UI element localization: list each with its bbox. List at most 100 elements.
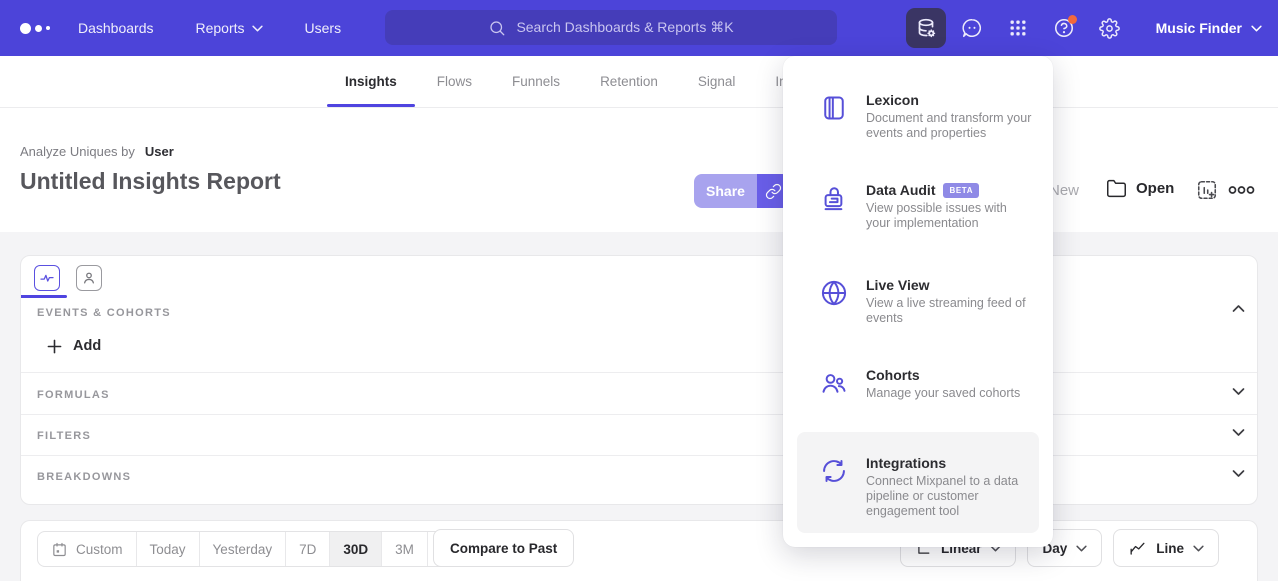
data-management-menu: Lexicon Document and transform your even… — [783, 56, 1053, 547]
range-7d[interactable]: 7D — [286, 532, 330, 566]
menu-item-title: Lexicon — [866, 92, 1032, 108]
menu-item-lexicon[interactable]: Lexicon Document and transform your even… — [797, 92, 1039, 141]
link-icon — [765, 183, 782, 200]
line-chart-icon — [1128, 539, 1147, 558]
menu-item-integrations[interactable]: Integrations Connect Mixpanel to a data … — [797, 432, 1039, 533]
menu-item-title: Cohorts — [866, 367, 1032, 383]
integrations-sync-icon — [820, 455, 848, 533]
add-label: Add — [73, 338, 101, 354]
tab-funnels[interactable]: Funnels — [512, 56, 560, 107]
menu-item-data-audit[interactable]: Data Audit BETA View possible issues wit… — [797, 182, 1039, 231]
events-cohorts-header: EVENTS & COHORTS — [37, 307, 171, 319]
open-report-button[interactable]: Open — [1106, 178, 1174, 199]
plus-icon — [47, 339, 62, 354]
search-input[interactable]: Search Dashboards & Reports ⌘K — [385, 10, 837, 45]
nav-reports[interactable]: Reports — [196, 20, 263, 36]
chart-type-select[interactable]: Line — [1113, 529, 1219, 567]
analyze-prefix: Analyze Uniques by — [20, 144, 135, 159]
chevron-down-icon — [1193, 545, 1204, 552]
active-tab-underline — [21, 295, 67, 298]
apps-grid-button[interactable] — [998, 8, 1038, 48]
expand-filters-button[interactable] — [1232, 428, 1245, 437]
tab-insights[interactable]: Insights — [345, 56, 397, 107]
mixpanel-logo[interactable] — [20, 18, 56, 38]
divider — [21, 455, 1257, 456]
app-root: Dashboards Reports Users Search Dashboar… — [0, 0, 1278, 581]
person-icon — [80, 269, 98, 287]
project-switcher[interactable]: Music Finder — [1156, 20, 1262, 36]
nav-users[interactable]: Users — [305, 20, 342, 36]
add-to-dashboard-button[interactable] — [1196, 179, 1218, 201]
tab-flows[interactable]: Flows — [437, 56, 472, 107]
more-dots-icon — [1228, 185, 1255, 195]
menu-item-description: Connect Mixpanel to a data pipeline or c… — [866, 474, 1032, 519]
navbar-actions: Music Finder — [906, 0, 1262, 56]
divider — [21, 414, 1257, 415]
chevron-down-icon — [1076, 545, 1087, 552]
report-header: Analyze Uniques by User Untitled Insight… — [0, 108, 1278, 232]
book-icon — [820, 92, 848, 141]
globe-icon — [820, 277, 848, 326]
chevron-down-icon — [252, 25, 263, 32]
compare-to-past-button[interactable]: Compare to Past — [433, 529, 574, 567]
filters-header: FILTERS — [37, 430, 91, 442]
menu-item-description: View a live streaming feed of events — [866, 296, 1032, 326]
chevron-down-icon — [1232, 387, 1245, 396]
metrics-chart-icon — [38, 269, 56, 287]
chevron-down-icon — [1232, 428, 1245, 437]
formulas-header: FORMULAS — [37, 389, 110, 401]
settings-button[interactable] — [1090, 8, 1130, 48]
range-yesterday[interactable]: Yesterday — [200, 532, 287, 566]
search-placeholder: Search Dashboards & Reports ⌘K — [516, 19, 733, 36]
range-3m[interactable]: 3M — [382, 532, 428, 566]
profiles-tab[interactable] — [76, 265, 102, 291]
search-icon — [488, 19, 506, 37]
calendar-icon — [51, 541, 68, 558]
analyze-line: Analyze Uniques by User — [20, 144, 174, 159]
new-report-button[interactable]: New — [1049, 182, 1079, 199]
chevron-up-icon — [1232, 304, 1245, 313]
database-gear-icon — [915, 17, 937, 39]
chart-toolbar-card: Custom Today Yesterday 7D 30D 3M 6M 12M … — [20, 520, 1258, 581]
nav-dashboards[interactable]: Dashboards — [78, 20, 154, 36]
menu-item-description: Document and transform your events and p… — [866, 111, 1032, 141]
expand-breakdowns-button[interactable] — [1232, 469, 1245, 478]
chevron-down-icon — [1251, 25, 1262, 32]
chevron-down-icon — [1232, 469, 1245, 478]
menu-item-description: View possible issues with your implement… — [866, 201, 1032, 231]
feedback-button[interactable] — [952, 8, 992, 48]
query-builder-card: EVENTS & COHORTS Add FORMULAS FILTERS BR… — [20, 255, 1258, 505]
data-management-button[interactable] — [906, 8, 946, 48]
share-button[interactable]: Share — [694, 174, 757, 208]
analyze-entity-selector[interactable]: User — [145, 144, 174, 159]
audit-lock-icon — [820, 182, 848, 231]
expand-formulas-button[interactable] — [1232, 387, 1245, 396]
tab-retention[interactable]: Retention — [600, 56, 658, 107]
folder-icon — [1106, 178, 1127, 199]
share-split-button: Share — [694, 174, 790, 208]
menu-item-cohorts[interactable]: Cohorts Manage your saved cohorts — [797, 367, 1039, 401]
project-name: Music Finder — [1156, 20, 1242, 36]
collapse-events-button[interactable] — [1232, 304, 1245, 313]
range-custom[interactable]: Custom — [38, 532, 137, 566]
cohorts-people-icon — [820, 367, 848, 401]
menu-item-title: Data Audit BETA — [866, 182, 1032, 198]
metrics-tab[interactable] — [34, 265, 60, 291]
help-button[interactable] — [1044, 8, 1084, 48]
apps-grid-icon — [1008, 18, 1028, 38]
notification-dot — [1068, 15, 1077, 24]
menu-item-title: Live View — [866, 277, 1032, 293]
menu-item-live-view[interactable]: Live View View a live streaming feed of … — [797, 277, 1039, 326]
top-navbar: Dashboards Reports Users Search Dashboar… — [0, 0, 1278, 56]
open-label: Open — [1136, 180, 1174, 197]
range-today[interactable]: Today — [137, 532, 200, 566]
menu-item-description: Manage your saved cohorts — [866, 386, 1032, 401]
more-options-button[interactable] — [1228, 185, 1255, 195]
range-30d[interactable]: 30D — [330, 532, 382, 566]
page-title[interactable]: Untitled Insights Report — [20, 168, 281, 195]
gear-icon — [1099, 18, 1120, 39]
add-chart-icon — [1196, 179, 1218, 201]
tab-signal[interactable]: Signal — [698, 56, 736, 107]
add-event-button[interactable]: Add — [47, 338, 101, 354]
divider — [21, 372, 1257, 373]
